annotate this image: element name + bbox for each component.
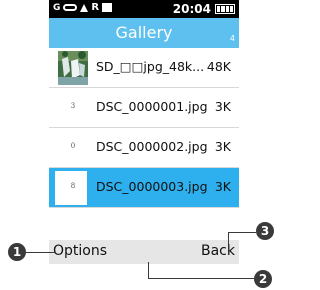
- upload-arrow-icon: [80, 3, 89, 12]
- list-item[interactable]: 3 DSC_0000001.jpg 3K: [49, 88, 239, 128]
- waterfall-thumbnail: [58, 51, 88, 85]
- status-icons-left: G R: [53, 2, 113, 13]
- battery-icon: [215, 4, 235, 14]
- callout-1: 1: [8, 243, 26, 261]
- list-item[interactable]: 0 DSC_0000002.jpg 3K: [49, 128, 239, 168]
- network-indicator: G: [53, 2, 61, 13]
- file-name: DSC_0000002.jpg: [96, 139, 208, 154]
- callout-3-line: [228, 232, 256, 233]
- callout-1-line: [26, 252, 56, 253]
- file-name: SD_□□jpg_48k...: [96, 59, 205, 74]
- clock: 20:04: [172, 2, 211, 16]
- message-icon: [102, 3, 113, 12]
- status-bar: G R 20:04: [49, 0, 239, 18]
- list-item-selected[interactable]: 8 DSC_0000003.jpg 3K: [49, 168, 239, 208]
- callout-3-line: [228, 232, 229, 244]
- callout-2-line: [148, 262, 149, 278]
- item-index: 8: [70, 182, 76, 190]
- file-name: DSC_0000003.jpg: [96, 179, 208, 194]
- item-count: 4: [229, 34, 235, 43]
- softkey-bar: Options Back: [49, 240, 239, 264]
- roaming-r-icon: R: [91, 2, 100, 13]
- app-header: Gallery 4: [49, 18, 239, 48]
- options-softkey[interactable]: Options: [53, 243, 107, 259]
- status-icons-right: 20:04: [173, 2, 235, 16]
- file-list: SD_□□jpg_48k... 48K 3 DSC_0000001.jpg 3K…: [49, 48, 239, 208]
- file-size: 3K: [214, 179, 231, 194]
- file-size: 3K: [214, 139, 231, 154]
- back-softkey[interactable]: Back: [201, 243, 235, 259]
- file-name: DSC_0000001.jpg: [96, 99, 208, 114]
- callout-2: 2: [254, 270, 272, 288]
- page-title: Gallery: [115, 23, 173, 42]
- phone-screen: G R 20:04 Gallery 4 SD_□□jpg_48k... 48K …: [49, 0, 239, 246]
- callout-2-line: [148, 278, 254, 279]
- list-item[interactable]: SD_□□jpg_48k... 48K: [49, 48, 239, 88]
- item-index: 0: [70, 142, 76, 150]
- file-size: 48K: [206, 59, 231, 74]
- file-size: 3K: [214, 99, 231, 114]
- callout-3: 3: [256, 222, 274, 240]
- voicemail-icon: [63, 4, 78, 11]
- item-index: 3: [70, 102, 76, 110]
